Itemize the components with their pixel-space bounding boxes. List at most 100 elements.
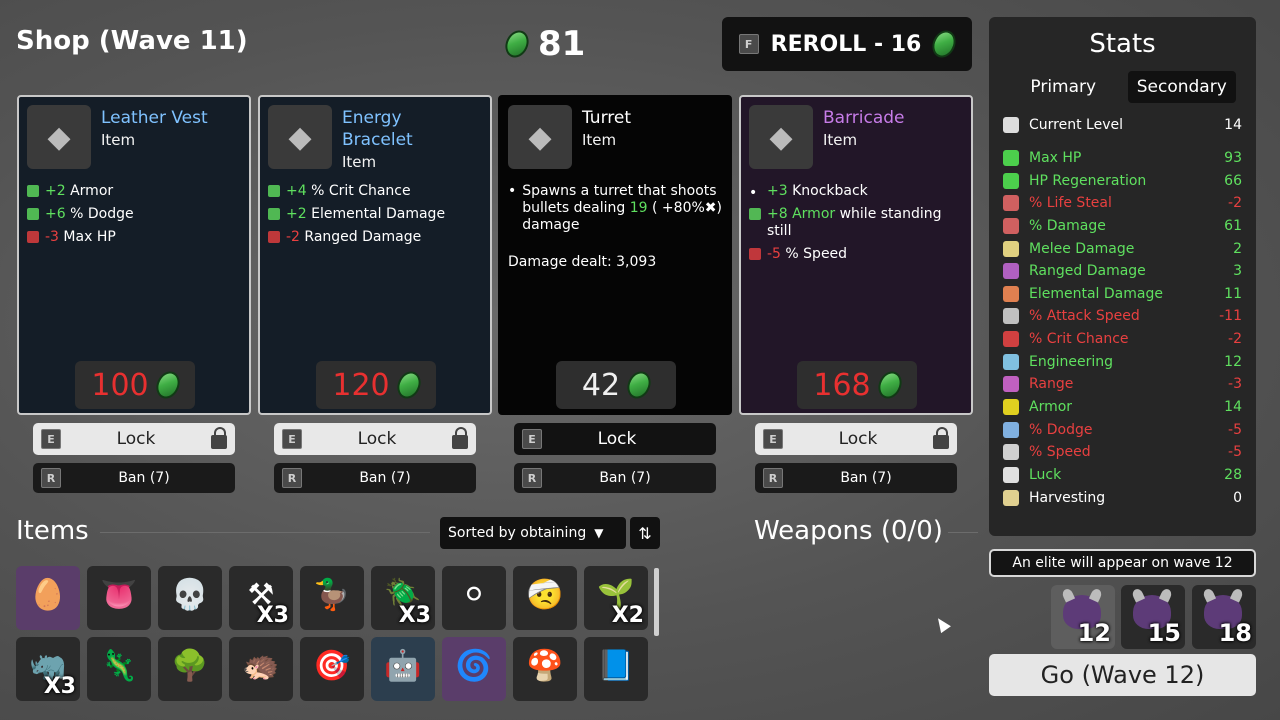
weapons-section-title: Weapons (0/0) [754, 516, 943, 546]
tree-icon: 🌳 [171, 648, 209, 684]
shop-card-1[interactable]: ◆ Energy Bracelet Item +4 % Crit Chance … [258, 95, 492, 415]
go-next-wave-button[interactable]: Go (Wave 12) [989, 654, 1256, 696]
ban-button[interactable]: R Ban (7) [514, 463, 716, 493]
ban-button[interactable]: R Ban (7) [755, 463, 957, 493]
effect-value: +3 [767, 183, 788, 199]
sort-arrows-icon: ⇅ [638, 523, 652, 543]
price-value: 168 [813, 367, 871, 403]
lock-button[interactable]: E Lock [755, 423, 957, 455]
ban-label: Ban (7) [359, 470, 411, 486]
inventory-item[interactable]: 🌳 [158, 637, 222, 701]
ban-key-hint: R [522, 468, 542, 488]
ban-key-hint: R [763, 468, 783, 488]
stat-name: Harvesting [1029, 490, 1106, 506]
tab-primary[interactable]: Primary [1009, 71, 1118, 103]
stat-name: % Attack Speed [1029, 308, 1140, 324]
inventory-item[interactable]: 🥚 [16, 566, 80, 630]
buy-button[interactable]: 120 [316, 361, 436, 409]
stat-row: % Attack Speed -11 [1003, 306, 1242, 326]
elite-enemy-preview[interactable]: 15 [1121, 585, 1185, 649]
stat-value: -5 [1228, 444, 1242, 460]
stat-name: HP Regeneration [1029, 173, 1147, 189]
buy-button[interactable]: 100 [75, 361, 195, 409]
reroll-label: REROLL - 16 [770, 31, 922, 57]
effect-text: Max HP [63, 229, 116, 245]
barricade-icon: ◆ [749, 105, 813, 169]
reroll-button[interactable]: F REROLL - 16 [722, 17, 972, 71]
dodge-icon [27, 208, 39, 220]
effect-row: -5 % Speed [749, 246, 963, 263]
shop-card-3[interactable]: ◆ Barricade Item • +3 Knockback +8 Armor… [739, 95, 973, 415]
stat-value: -3 [1228, 376, 1242, 392]
stat-value: 28 [1224, 467, 1242, 483]
tongue-icon: 👅 [100, 577, 138, 613]
bracelet-icon: ◆ [268, 105, 332, 169]
materials-counter: 81 [501, 24, 585, 64]
sort-dropdown[interactable]: Sorted by obtaining ▼ [440, 517, 626, 549]
ban-key-hint: R [41, 468, 61, 488]
items-scrollbar[interactable] [654, 568, 659, 636]
heart-icon [27, 231, 39, 243]
buy-button[interactable]: 42 [556, 361, 676, 409]
inventory-item[interactable]: 🦆 [300, 566, 364, 630]
item-quantity: X3 [256, 603, 289, 628]
item-effects: • Spawns a turret that shoots bullets de… [508, 183, 722, 270]
stat-value: 14 [1224, 117, 1242, 133]
inventory-item[interactable]: 🪲 X3 [371, 566, 435, 630]
sort-label: Sorted by obtaining [448, 525, 587, 541]
inventory-item[interactable]: 🦔 [229, 637, 293, 701]
turret-icon: ◆ [508, 105, 572, 169]
inventory-item[interactable]: 🌀 [442, 637, 506, 701]
stats-tabs: Primary Secondary [1009, 71, 1236, 103]
shop-card-2[interactable]: ◆ Turret Item • Spawns a turret that sho… [498, 95, 732, 415]
inventory-item[interactable]: 📘 [584, 637, 648, 701]
stat-row: Ranged Damage 3 [1003, 261, 1242, 281]
inventory-item[interactable]: ⚪ [442, 566, 506, 630]
item-name: Turret [582, 108, 632, 128]
stat-row: % Damage 61 [1003, 216, 1242, 236]
tab-secondary[interactable]: Secondary [1127, 71, 1236, 103]
lock-button[interactable]: E Lock [33, 423, 235, 455]
item-effects: +4 % Crit Chance +2 Elemental Damage -2 … [268, 183, 482, 252]
ban-button[interactable]: R Ban (7) [274, 463, 476, 493]
effect-text: Elemental Damage [311, 206, 446, 222]
sort-order-button[interactable]: ⇅ [630, 517, 660, 549]
inventory-item[interactable]: 🤖 [371, 637, 435, 701]
turret-icon: 🎯 [313, 648, 351, 684]
elite-enemy-preview[interactable]: 12 [1051, 585, 1115, 649]
effect-value: -3 [45, 229, 59, 245]
hedgehog-icon: 🦔 [242, 648, 280, 684]
elite-enemy-preview[interactable]: 18 [1192, 585, 1256, 649]
stat-name: Range [1029, 376, 1074, 392]
padlock-icon [452, 427, 468, 449]
effect-text: % Dodge [70, 206, 134, 222]
lock-button[interactable]: E Lock [274, 423, 476, 455]
inventory-item[interactable]: ⚒ X3 [229, 566, 293, 630]
stat-value: 11 [1224, 286, 1242, 302]
enemy-wave-number: 18 [1218, 619, 1252, 647]
stat-row: % Speed -5 [1003, 442, 1242, 462]
ban-button[interactable]: R Ban (7) [33, 463, 235, 493]
book-icon: 📘 [597, 648, 635, 684]
stat-value: 3 [1233, 263, 1242, 279]
inventory-item[interactable]: 🦎 [87, 637, 151, 701]
damage-dealt: Damage dealt: 3,093 [508, 254, 657, 270]
inventory-item[interactable]: 🍄 [513, 637, 577, 701]
inventory-item[interactable]: 🤕 [513, 566, 577, 630]
lock-button[interactable]: E Lock [514, 423, 716, 455]
stat-row: Elemental Damage 11 [1003, 284, 1242, 304]
padlock-icon [211, 427, 227, 449]
inventory-item[interactable]: 🦏 X3 [16, 637, 80, 701]
inventory-item[interactable]: 🎯 [300, 637, 364, 701]
reroll-key-hint: F [738, 34, 759, 54]
inventory-item[interactable]: 🌱 X2 [584, 566, 648, 630]
inventory-item[interactable]: 💀 [158, 566, 222, 630]
buy-button[interactable]: 168 [797, 361, 917, 409]
stat-value: 93 [1224, 150, 1242, 166]
enemy-wave-number: 12 [1077, 619, 1111, 647]
effect-text: Knockback [792, 183, 868, 199]
inventory-item[interactable]: 👅 [87, 566, 151, 630]
effect-value: +2 [286, 206, 307, 222]
item-name: Leather Vest [101, 108, 208, 128]
shop-card-0[interactable]: ◆ Leather Vest Item +2 Armor +6 % Dodge … [17, 95, 251, 415]
